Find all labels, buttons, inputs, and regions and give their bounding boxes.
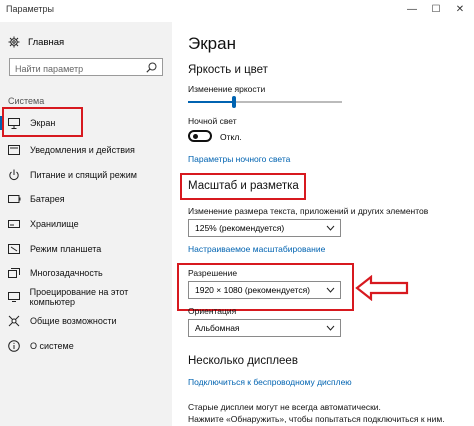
scale-dropdown[interactable]: 125% (рекомендуется)	[188, 219, 341, 237]
home-link[interactable]: Главная	[8, 36, 64, 48]
sidebar-item-power[interactable]: Питание и спящий режим	[0, 164, 172, 186]
sidebar-item-shared[interactable]: Общие возможности	[0, 310, 172, 332]
highlight-arrow-icon	[355, 275, 409, 301]
sidebar-item-tablet[interactable]: Режим планшета	[0, 238, 172, 260]
orientation-label: Ориентация	[188, 306, 237, 316]
sidebar-item-battery[interactable]: Батарея	[0, 188, 172, 210]
window-title: Параметры	[6, 4, 54, 14]
orientation-dropdown[interactable]: Альбомная	[188, 319, 341, 337]
maximize-button[interactable]: ☐	[426, 2, 446, 18]
gear-icon	[8, 36, 20, 48]
tablet-icon	[7, 242, 21, 256]
minimize-button[interactable]: —	[402, 2, 422, 18]
sidebar-item-label: О системе	[30, 341, 74, 351]
highlight-frame-scale	[180, 173, 306, 200]
sidebar-item-multitasking[interactable]: Многозадачность	[0, 262, 172, 284]
resolution-dropdown[interactable]: 1920 × 1080 (рекомендуется)	[188, 281, 341, 299]
sidebar-item-label: Режим планшета	[30, 244, 102, 254]
scale-label: Изменение размера текста, приложений и д…	[188, 206, 429, 216]
toggle-knob	[193, 134, 198, 139]
sidebar-item-label: Питание и спящий режим	[30, 170, 137, 180]
section-label-system: Система	[8, 96, 45, 106]
sidebar-item-label: Уведомления и действия	[30, 145, 135, 155]
wireless-display-link[interactable]: Подключиться к беспроводному дисплею	[188, 377, 352, 387]
night-light-settings-link[interactable]: Параметры ночного света	[188, 154, 290, 164]
multiple-displays-heading: Несколько дисплеев	[188, 355, 298, 367]
scale-dropdown-value: 125% (рекомендуется)	[195, 223, 285, 233]
power-icon	[7, 168, 21, 182]
sidebar: Главная Система Экран Уведомления и дейс…	[0, 22, 172, 426]
sidebar-item-label: Многозадачность	[30, 268, 103, 278]
home-label: Главная	[28, 36, 65, 48]
sidebar-item-notifications[interactable]: Уведомления и действия	[0, 139, 172, 161]
orientation-dropdown-value: Альбомная	[195, 323, 240, 333]
search-input[interactable]	[10, 61, 145, 77]
storage-icon	[7, 217, 21, 231]
battery-icon	[7, 192, 21, 206]
search-box[interactable]	[9, 58, 163, 77]
info-icon	[7, 339, 21, 353]
sidebar-item-storage[interactable]: Хранилище	[0, 213, 172, 235]
notifications-icon	[7, 143, 21, 157]
projecting-icon	[7, 290, 21, 304]
multiple-displays-detect-text: Нажмите «Обнаружить», чтобы попытаться п…	[188, 414, 445, 424]
main-panel: Экран Яркость и цвет Изменение яркости Н…	[172, 22, 474, 426]
sidebar-item-projecting[interactable]: Проецирование на этот компьютер	[0, 286, 172, 308]
multiple-displays-description: Старые дисплеи могут не всегда автоматич…	[188, 402, 381, 412]
brightness-heading: Яркость и цвет	[188, 64, 268, 76]
multitasking-icon	[7, 266, 21, 280]
sidebar-item-label: Хранилище	[30, 219, 79, 229]
brightness-label: Изменение яркости	[188, 84, 266, 94]
sidebar-item-label: Проецирование на этот компьютер	[29, 287, 129, 307]
search-icon[interactable]	[146, 62, 157, 73]
night-light-label: Ночной свет	[188, 116, 237, 126]
brightness-slider[interactable]	[188, 96, 342, 108]
brightness-slider-thumb[interactable]	[232, 96, 237, 108]
chevron-down-icon	[326, 225, 335, 231]
sidebar-item-label: Общие возможности	[30, 316, 117, 326]
chevron-down-icon	[326, 287, 335, 293]
highlight-frame-display	[2, 107, 83, 137]
chevron-down-icon	[326, 325, 335, 331]
resolution-dropdown-value: 1920 × 1080 (рекомендуется)	[195, 285, 310, 295]
resolution-label: Разрешение	[188, 268, 238, 278]
sidebar-item-label: Батарея	[30, 194, 65, 204]
page-title: Экран	[188, 34, 236, 53]
night-light-state: Откл.	[220, 132, 242, 142]
brightness-slider-fill	[188, 101, 235, 103]
sidebar-item-about[interactable]: О системе	[0, 335, 172, 357]
custom-scaling-link[interactable]: Настраиваемое масштабирование	[188, 244, 325, 254]
close-button[interactable]: ✕	[450, 2, 470, 18]
title-bar: Параметры — ☐ ✕	[0, 0, 474, 22]
night-light-toggle[interactable]	[188, 130, 212, 142]
shared-icon	[7, 314, 21, 328]
